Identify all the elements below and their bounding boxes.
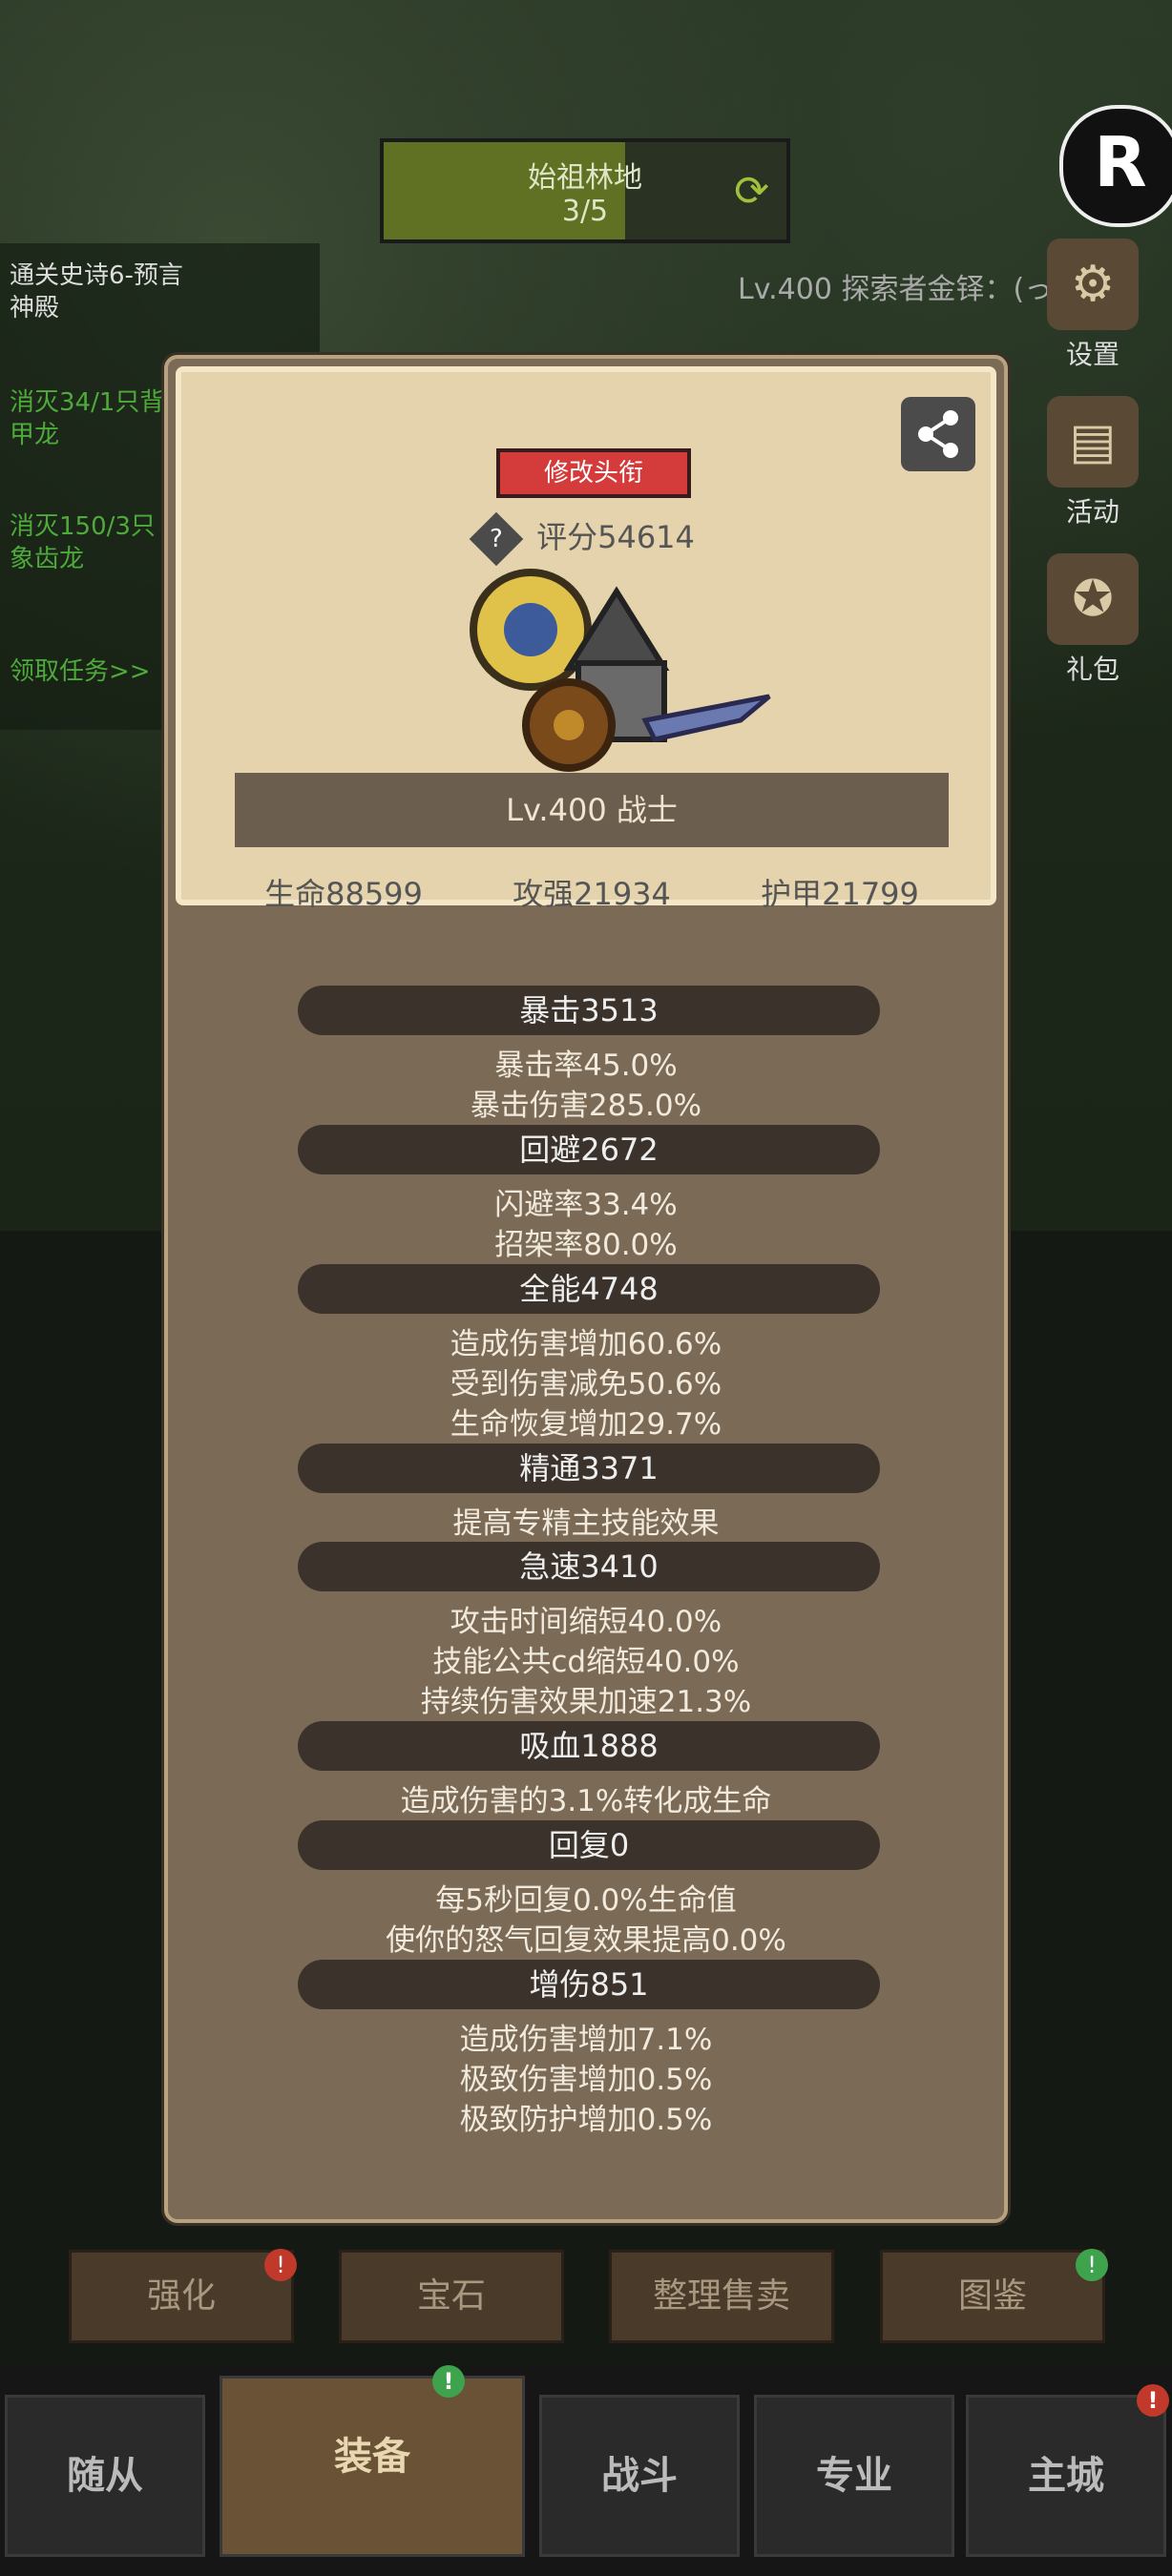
stat-line: 受到伤害减免50.6% (450, 1367, 722, 1402)
gift-label: 礼包 (1065, 654, 1120, 685)
gem-label: 宝石 (416, 2276, 486, 2316)
zone-progress-text: 3/5 (561, 195, 609, 228)
stat-line: 生命恢复增加29.7% (450, 1407, 722, 1442)
enhance-button[interactable]: 强化 ! (69, 2249, 297, 2343)
activity-button[interactable]: ▤ 活动 (1036, 396, 1150, 530)
tab-label: 随从 (67, 2454, 143, 2498)
warrior-hero-image (470, 569, 771, 772)
gift-icon: ✪ (1047, 553, 1139, 645)
stat-line: 造成伤害的3.1%转化成生命 (400, 1784, 772, 1818)
help-icon[interactable]: ? (469, 511, 524, 567)
activity-label: 活动 (1065, 496, 1120, 528)
stat-line: 技能公共cd缩短40.0% (432, 1645, 740, 1679)
tab-label: 专业 (816, 2454, 892, 2498)
stat-line: 提高专精主技能效果 (452, 1506, 720, 1541)
stat-header-avoidance: 回避2672 (298, 1125, 880, 1174)
tab-label: 主城 (1028, 2454, 1104, 2498)
zone-progress-box[interactable]: 始祖林地 3/5 ⟳ (380, 138, 790, 243)
tab-main-city[interactable]: 主城 ! (966, 2384, 1169, 2557)
tab-followers[interactable]: 随从 (5, 2395, 205, 2557)
stat-header-haste: 急速3410 (298, 1542, 880, 1591)
stat-line: 极致伤害增加0.5% (459, 2063, 713, 2097)
quest-item[interactable]: 通关史诗6-预言神殿 (10, 260, 200, 324)
character-stats-modal: 修改头衔 ? 评分54614 Lv.400 战士 生命88599 攻强21934 … (164, 355, 1008, 2223)
bottom-navigation: 随从 装备 ! 战斗 专业 主城 ! (0, 2365, 1172, 2576)
tab-battle[interactable]: 战斗 (539, 2395, 740, 2557)
codex-button[interactable]: 图鉴 ! (880, 2249, 1108, 2343)
stat-line: 造成伤害增加60.6% (450, 1327, 722, 1361)
refresh-icon[interactable]: ⟳ (734, 167, 769, 216)
rating-row: ? 评分54614 (181, 511, 991, 567)
gem-button[interactable]: 宝石 (339, 2250, 564, 2343)
quest-item[interactable]: 消灭150/3只象齿龙 (10, 510, 172, 575)
tab-label: 装备 (334, 2435, 410, 2479)
stat-header-mastery: 精通3371 (298, 1444, 880, 1493)
alert-badge-icon: ! (1076, 2249, 1108, 2281)
stat-header-regen: 回复0 (298, 1820, 880, 1870)
stat-line: 招架率80.0% (494, 1228, 678, 1262)
alert-badge-icon: ! (1137, 2384, 1169, 2417)
alert-badge-icon: ! (432, 2365, 465, 2398)
quest-item[interactable]: 消灭34/1只背甲龙 (10, 386, 172, 451)
edit-title-button[interactable]: 修改头衔 (496, 448, 691, 498)
zone-name: 始祖林地 (528, 161, 642, 195)
stat-line: 闪避率33.4% (494, 1188, 678, 1222)
stat-line: 暴击率45.0% (494, 1049, 678, 1083)
stat-line: 每5秒回复0.0%生命值 (435, 1883, 737, 1918)
share-icon (918, 410, 958, 458)
stat-header-versatility: 全能4748 (298, 1264, 880, 1314)
rating-value: 评分54614 (536, 519, 695, 555)
tab-label: 战斗 (601, 2454, 678, 2498)
tab-profession[interactable]: 专业 (754, 2395, 954, 2557)
gear-icon: ⚙ (1047, 239, 1139, 330)
share-button[interactable] (901, 397, 975, 471)
settings-button[interactable]: ⚙ 设置 (1036, 239, 1150, 372)
alert-badge-icon: ! (264, 2249, 297, 2281)
app-logo[interactable]: R (1059, 105, 1172, 227)
hp-stat: 生命88599 (264, 876, 423, 912)
stat-header-damage-bonus: 增伤851 (298, 1960, 880, 2009)
equipment-toolbar: 强化 ! 宝石 整理售卖 图鉴 ! (0, 2249, 1172, 2345)
attack-power-stat: 攻强21934 (513, 876, 671, 912)
stat-line: 暴击伤害285.0% (470, 1089, 702, 1123)
stat-line: 造成伤害增加7.1% (459, 2023, 713, 2057)
sort-sell-label: 整理售卖 (652, 2276, 790, 2316)
gift-button[interactable]: ✪ 礼包 (1036, 553, 1150, 687)
claim-quest-link[interactable]: 领取任务>> (10, 655, 151, 688)
tab-equipment[interactable]: 装备 ! (220, 2365, 525, 2557)
hero-level-banner: Lv.400 战士 (235, 773, 949, 847)
codex-label: 图鉴 (957, 2276, 1027, 2316)
stat-header-crit: 暴击3513 (298, 986, 880, 1035)
stat-line: 持续伤害效果加速21.3% (420, 1685, 752, 1719)
enhance-label: 强化 (146, 2276, 216, 2316)
armor-stat: 护甲21799 (761, 876, 919, 912)
calendar-icon: ▤ (1047, 396, 1139, 488)
sort-sell-button[interactable]: 整理售卖 (609, 2250, 834, 2343)
character-card: 修改头衔 ? 评分54614 Lv.400 战士 生命88599 攻强21934 … (176, 366, 996, 912)
stat-line: 攻击时间缩短40.0% (450, 1605, 722, 1639)
stat-line: 使你的怒气回复效果提高0.0% (386, 1923, 786, 1958)
stat-header-leech: 吸血1888 (298, 1721, 880, 1771)
stat-line: 极致防护增加0.5% (459, 2103, 713, 2137)
settings-label: 设置 (1065, 339, 1120, 370)
